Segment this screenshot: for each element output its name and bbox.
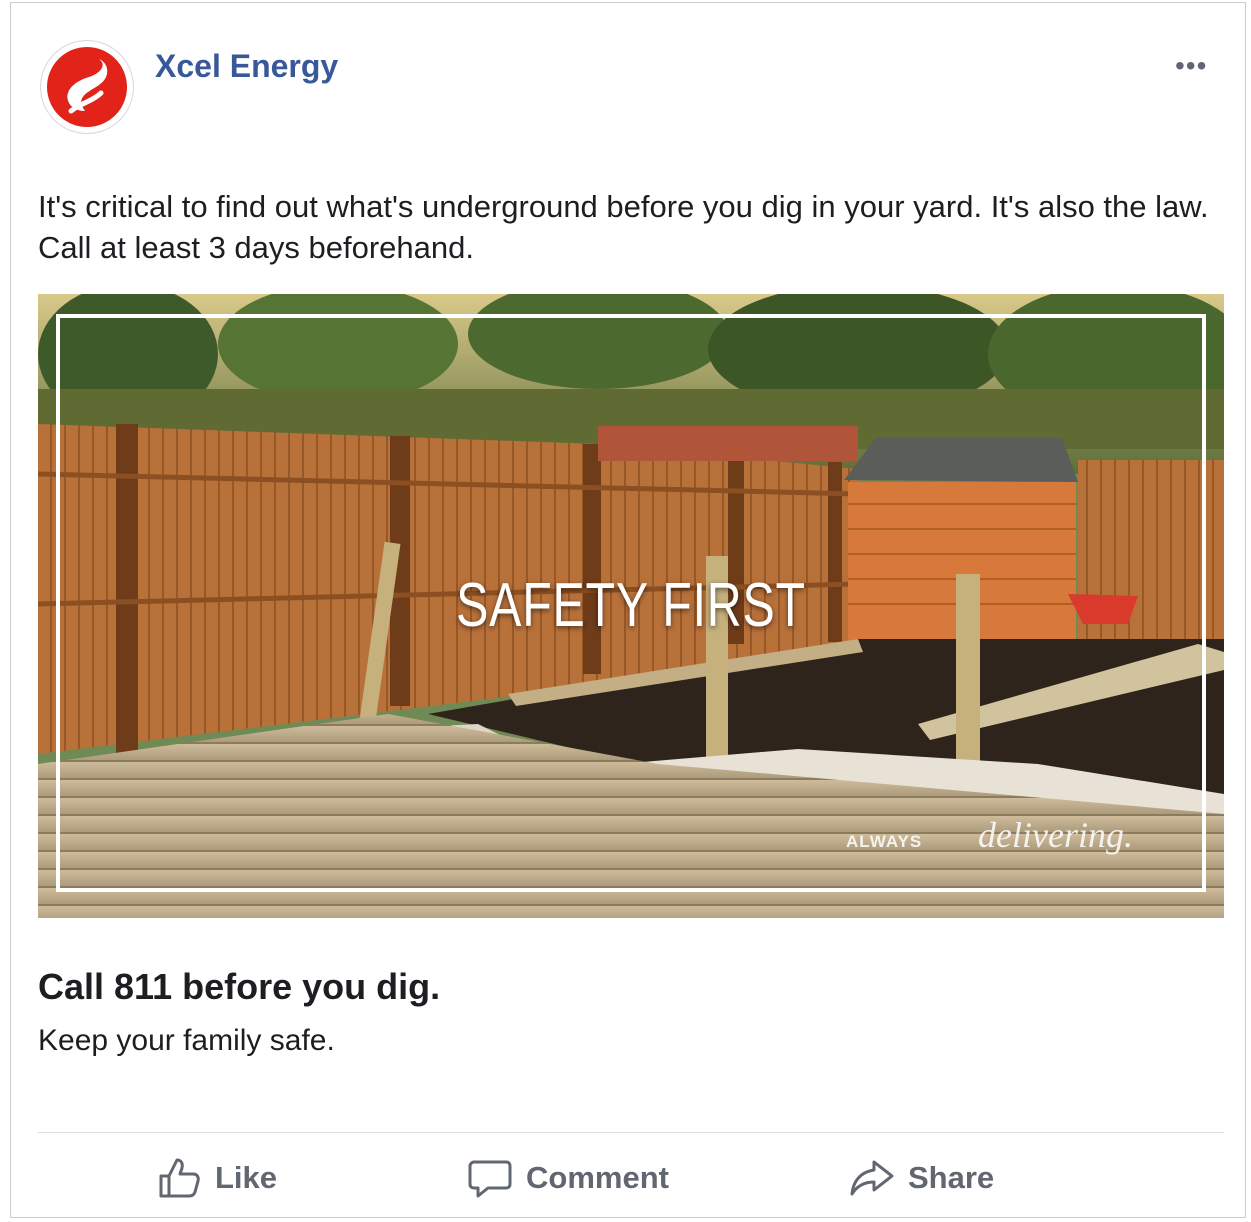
- link-headline[interactable]: Call 811 before you dig.: [38, 966, 440, 1008]
- comment-button[interactable]: Comment: [466, 1148, 669, 1208]
- post-message: It's critical to find out what's undergr…: [38, 189, 1209, 265]
- like-button[interactable]: Like: [155, 1148, 277, 1208]
- like-label: Like: [215, 1160, 278, 1195]
- comment-label: Comment: [526, 1160, 669, 1195]
- post-image[interactable]: SAFETY FIRST ALWAYS delivering.: [38, 294, 1224, 918]
- divider: [38, 1132, 1224, 1133]
- tagline-delivering: delivering.: [978, 815, 1133, 855]
- link-description: Keep your family safe.: [38, 1024, 335, 1057]
- xcel-logo-icon: [47, 47, 127, 127]
- comment-bubble-icon: [468, 1160, 512, 1198]
- share-arrow-icon: [850, 1160, 894, 1196]
- thumbs-up-icon: [159, 1158, 200, 1198]
- tagline-always: ALWAYS: [846, 832, 923, 851]
- page-avatar[interactable]: [40, 40, 134, 134]
- page-name-link[interactable]: Xcel Energy: [155, 48, 338, 85]
- more-options-icon[interactable]: •••: [1175, 50, 1207, 82]
- share-button[interactable]: Share: [848, 1148, 994, 1208]
- overlay-title: SAFETY FIRST: [456, 571, 806, 640]
- share-label: Share: [908, 1160, 995, 1195]
